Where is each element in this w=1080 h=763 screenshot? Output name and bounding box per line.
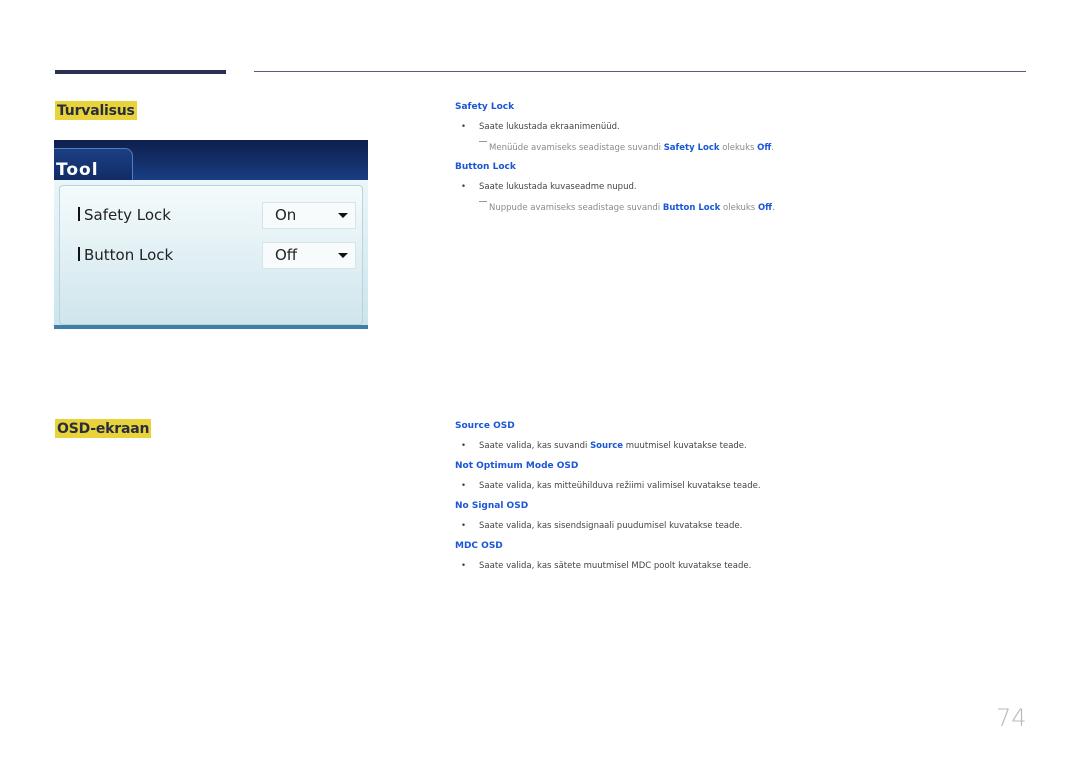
chevron-down-icon [338,253,348,258]
note-text: . [772,203,775,213]
tool-body: Safety Lock On Button Lock Off [54,180,368,329]
heading-button-lock: Button Lock [455,162,516,172]
bullet-text: Saate valida, kas suvandi [479,441,591,451]
header-rule-thick [55,70,226,74]
bullet-safety-lock: • Saate lukustada ekraanimenüüd. [461,121,620,133]
button-lock-select: Off [262,242,356,269]
note-safety-lock: Menüüde avamiseks seadistage suvandi Saf… [479,141,774,154]
safety-lock-select: On [262,202,356,229]
heading-safety-lock: Safety Lock [455,102,515,112]
bullet-dot: • [461,122,467,132]
bullet-dot: • [461,441,467,451]
note-keyword: Button Lock [662,203,721,213]
bullet-source-osd: • Saate valida, kas suvandi Source muutmi… [461,440,747,452]
bullet-mdc-osd: • Saate valida, kas sätete muutmisel MDC … [461,560,751,572]
note-text: . [771,143,774,153]
heading-source-osd: Source OSD [455,421,515,431]
bullet-text: Saate lukustada ekraanimenüüd. [479,122,620,132]
safety-lock-value: On [275,206,297,224]
heading-mdc-osd: MDC OSD [455,541,503,551]
label-marker [78,207,80,221]
tool-tab: Tool [54,148,133,183]
tool-tab-label: Tool [56,160,99,180]
bullet-text: muutmisel kuvatakse teade. [623,441,747,451]
note-text: Nuppude avamiseks seadistage suvandi [489,203,663,213]
button-lock-label-text: Button Lock [84,246,174,264]
bullet-keyword: Source [590,441,624,451]
header-rule-thin [254,71,1026,72]
note-text: olekuks [720,203,758,213]
section-title-osd: OSD-ekraan [55,419,152,438]
bullet-text: Saate lukustada kuvaseadme nupud. [479,182,637,192]
safety-lock-label-text: Safety Lock [84,206,171,224]
note-icon [479,201,487,202]
tool-panel-screenshot: Tool Safety Lock On Button Lock Off [54,140,368,329]
section-title-security: Turvalisus [55,101,137,120]
page-number: 74 [996,704,1027,732]
button-lock-value: Off [275,246,298,264]
bullet-text: Saate valida, kas sisendsignaali puudumi… [479,521,743,531]
safety-lock-label: Safety Lock [78,206,171,224]
bullet-dot: • [461,481,467,491]
chevron-down-icon [338,213,348,218]
tool-inner-frame: Safety Lock On Button Lock Off [59,185,363,325]
note-text: olekuks [719,143,758,153]
bullet-dot: • [461,182,467,192]
note-keyword: Safety Lock [663,143,720,153]
bullet-dot: • [461,521,467,531]
bullet-no-signal-osd: • Saate valida, kas sisendsignaali puudum… [461,520,742,532]
note-keyword: Off [757,203,773,213]
button-lock-label: Button Lock [78,246,173,264]
heading-no-signal-osd: No Signal OSD [455,501,529,511]
note-text: Menüüde avamiseks seadistage suvandi [489,143,664,153]
bullet-not-optimum-mode-osd: • Saate valida, kas mitteühilduva režiimi… [461,480,761,492]
label-marker [78,247,80,261]
bullet-dot: • [461,561,467,571]
note-icon [479,141,487,142]
bullet-text: Saate valida, kas sätete muutmisel MDC p… [479,561,752,571]
note-button-lock: Nuppude avamiseks seadistage suvandi But… [479,201,775,214]
bullet-text: Saate valida, kas mitteühilduva režiimi … [479,481,761,491]
tool-bottom-bar [54,325,368,329]
heading-not-optimum-mode-osd: Not Optimum Mode OSD [455,461,579,471]
bullet-button-lock: • Saate lukustada kuvaseadme nupud. [461,181,637,193]
note-keyword: Off [757,143,772,153]
